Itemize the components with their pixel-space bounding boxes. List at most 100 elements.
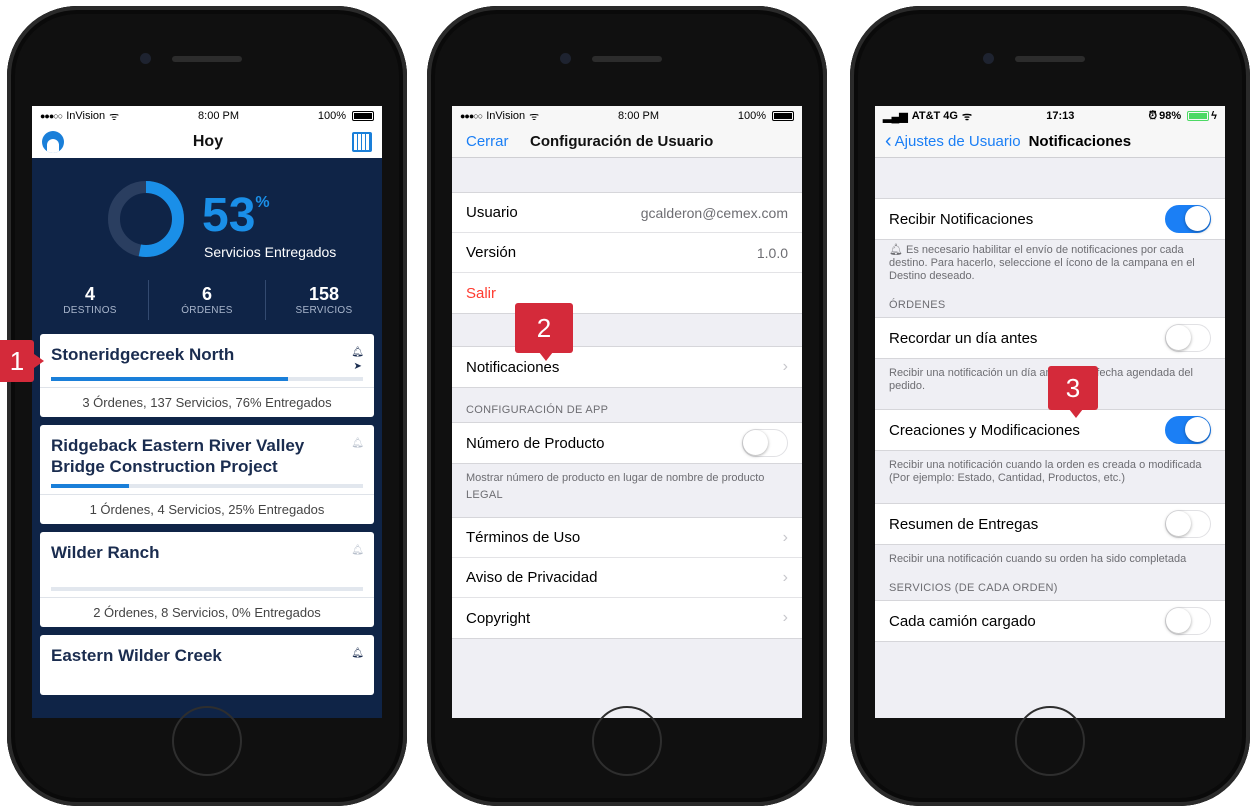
chevron-right-icon: › xyxy=(782,609,788,626)
app-config-header: CONFIGURACIÓN DE APP xyxy=(466,404,609,416)
copyright-row[interactable]: Copyright › xyxy=(452,598,802,638)
notifications-screen: ▂▄▆ AT&T 4G ᯤ 17:13 ⏰︎ 98% ϟ ‹ Ajustes de Usu… xyxy=(875,106,1225,718)
card-icons: 🔔︎ xyxy=(351,437,364,451)
creations-note: Recibir una notificación cuando la orden… xyxy=(889,459,1202,484)
earpiece-speaker xyxy=(592,56,662,62)
bell-icon[interactable]: 🔔︎ xyxy=(351,647,364,661)
page-title: Configuración de Usuario xyxy=(530,133,714,150)
creations-toggle[interactable] xyxy=(1165,416,1211,444)
signal-bars-icon: ▂▄▆ xyxy=(883,110,908,123)
calendar-icon[interactable] xyxy=(351,132,372,152)
destination-title: Ridgeback Eastern River Valley Bridge Co… xyxy=(51,436,305,476)
destination-card[interactable]: Stoneridgecreek North 🔔︎ ➤ 3 Órdenes, 137… xyxy=(40,334,374,417)
bell-icon[interactable]: 🔔︎ xyxy=(351,437,364,451)
legal-header: LEGAL xyxy=(466,489,503,501)
receive-note: 🔔︎ Es necesario habilitar el envío de no… xyxy=(889,244,1195,282)
product-number-note: Mostrar número de producto en lugar de n… xyxy=(466,472,765,484)
truck-row: Cada camión cargado xyxy=(875,601,1225,641)
card-icons: 🔔︎ xyxy=(351,647,364,661)
bell-icon[interactable]: 🔔︎ xyxy=(351,346,364,360)
notifications-row[interactable]: Notificaciones › xyxy=(452,347,802,387)
terms-row[interactable]: Términos de Uso › xyxy=(452,518,802,558)
step-badge-3: 3 xyxy=(1048,366,1098,418)
status-bar: ▂▄▆ AT&T 4G ᯤ 17:13 ⏰︎ 98% ϟ xyxy=(875,106,1225,126)
logout-button[interactable]: Salir xyxy=(452,273,802,313)
wifi-icon: ᯤ xyxy=(529,110,540,123)
remind-toggle[interactable] xyxy=(1165,324,1211,352)
nav-bar: Hoy xyxy=(32,126,382,158)
status-time: 17:13 xyxy=(1046,110,1075,122)
alarm-icon: ⏰︎ xyxy=(1148,109,1158,122)
today-screen: ●●●○○ InVision ᯤ 8:00 PM 100% Hoy 53% Serv… xyxy=(32,106,382,718)
phone-frame-1: ●●●○○ InVision ᯤ 8:00 PM 100% Hoy 53% Serv… xyxy=(7,6,407,806)
battery-icon xyxy=(772,111,794,121)
battery-percent: 100% xyxy=(317,110,346,122)
privacy-row[interactable]: Aviso de Privacidad › xyxy=(452,558,802,598)
delivery-summary: 53% Servicios Entregados 4 DESTINOS 6 ÓRDE… xyxy=(32,158,382,334)
earpiece-speaker xyxy=(1015,56,1085,62)
nav-bar: Cerrar Configuración de Usuario xyxy=(452,126,802,158)
front-camera xyxy=(140,53,151,64)
destination-summary: 3 Órdenes, 137 Servicios, 76% Entregados xyxy=(40,387,374,417)
destination-title: Wilder Ranch xyxy=(51,543,160,562)
chevron-right-icon: › xyxy=(782,358,788,375)
battery-percent: 100% xyxy=(737,110,766,122)
stat-destinations: 4 DESTINOS xyxy=(32,280,149,320)
summary-toggle[interactable] xyxy=(1165,510,1211,538)
status-bar: ●●●○○ InVision ᯤ 8:00 PM 100% xyxy=(32,106,382,126)
charging-icon: ϟ xyxy=(1211,110,1217,122)
creations-group: Creaciones y Modificaciones xyxy=(875,409,1225,451)
notifications-group: Notificaciones › xyxy=(452,346,802,388)
home-button[interactable] xyxy=(172,706,242,776)
battery-icon xyxy=(1187,111,1210,121)
stat-services: 158 SERVICIOS xyxy=(295,284,353,316)
status-bar: ●●●○○ InVision ᯤ 8:00 PM 100% xyxy=(452,106,802,126)
status-time: 8:00 PM xyxy=(618,110,659,122)
progress-label: Servicios Entregados xyxy=(204,244,337,260)
bell-icon[interactable]: 🔔︎ xyxy=(351,544,364,558)
card-icons: 🔔︎ xyxy=(351,544,364,558)
step-badge-2: 2 xyxy=(515,303,573,361)
destination-card[interactable]: Ridgeback Eastern River Valley Bridge Co… xyxy=(40,425,374,524)
wifi-icon: ᯤ xyxy=(109,110,120,123)
user-profile-icon[interactable] xyxy=(42,131,64,153)
card-icons: 🔔︎ ➤ xyxy=(351,346,364,374)
stage: ●●●○○ InVision ᯤ 8:00 PM 100% Hoy 53% Serv… xyxy=(0,0,1255,809)
receive-group: Recibir Notificaciones xyxy=(875,198,1225,240)
close-button[interactable]: Cerrar xyxy=(466,133,530,150)
navigation-arrow-icon: ➤ xyxy=(353,361,362,372)
creations-row: Creaciones y Modificaciones xyxy=(875,410,1225,450)
summary-row: Resumen de Entregas xyxy=(875,504,1225,544)
destination-summary: 2 Órdenes, 8 Servicios, 0% Entregados xyxy=(40,597,374,627)
summary-note: Recibir una notificación cuando su orden… xyxy=(889,553,1187,565)
app-config-group: Número de Producto xyxy=(452,422,802,464)
phone-frame-2: ●●●○○ InVision ᯤ 8:00 PM 100% Cerrar Confi… xyxy=(427,6,827,806)
product-number-toggle[interactable] xyxy=(742,429,788,457)
front-camera xyxy=(983,53,994,64)
version-value: 1.0.0 xyxy=(756,244,788,261)
delivery-progress-bar xyxy=(51,484,363,488)
carrier-label: InVision xyxy=(486,110,526,122)
progress-ring xyxy=(108,181,184,257)
legal-group: Términos de Uso › Aviso de Privacidad › Co… xyxy=(452,517,802,639)
earpiece-speaker xyxy=(172,56,242,62)
user-email: gcalderon@cemex.com xyxy=(640,204,788,221)
carrier-label: AT&T 4G xyxy=(911,110,958,122)
battery-icon xyxy=(352,111,374,121)
wifi-icon: ᯤ xyxy=(961,110,973,123)
user-settings-screen: ●●●○○ InVision ᯤ 8:00 PM 100% Cerrar Confi… xyxy=(452,106,802,718)
battery-percent: 98% xyxy=(1159,110,1182,122)
stat-orders: 6 ÓRDENES xyxy=(149,280,266,320)
back-button[interactable]: ‹ Ajustes de Usuario xyxy=(885,130,1021,153)
page-title: Notificaciones xyxy=(1028,133,1132,150)
truck-toggle[interactable] xyxy=(1165,607,1211,635)
home-button[interactable] xyxy=(592,706,662,776)
home-button[interactable] xyxy=(1015,706,1085,776)
remind-row: Recordar un día antes xyxy=(875,318,1225,358)
services-header: SERVICIOS (DE CADA ORDEN) xyxy=(889,582,1058,594)
destination-card[interactable]: Wilder Ranch 🔔︎ 2 Órdenes, 8 Servicios, … xyxy=(40,532,374,627)
destination-card[interactable]: Eastern Wilder Creek 🔔︎ xyxy=(40,635,374,695)
delivery-progress-bar xyxy=(51,587,363,591)
front-camera xyxy=(560,53,571,64)
receive-notifications-toggle[interactable] xyxy=(1165,205,1211,233)
